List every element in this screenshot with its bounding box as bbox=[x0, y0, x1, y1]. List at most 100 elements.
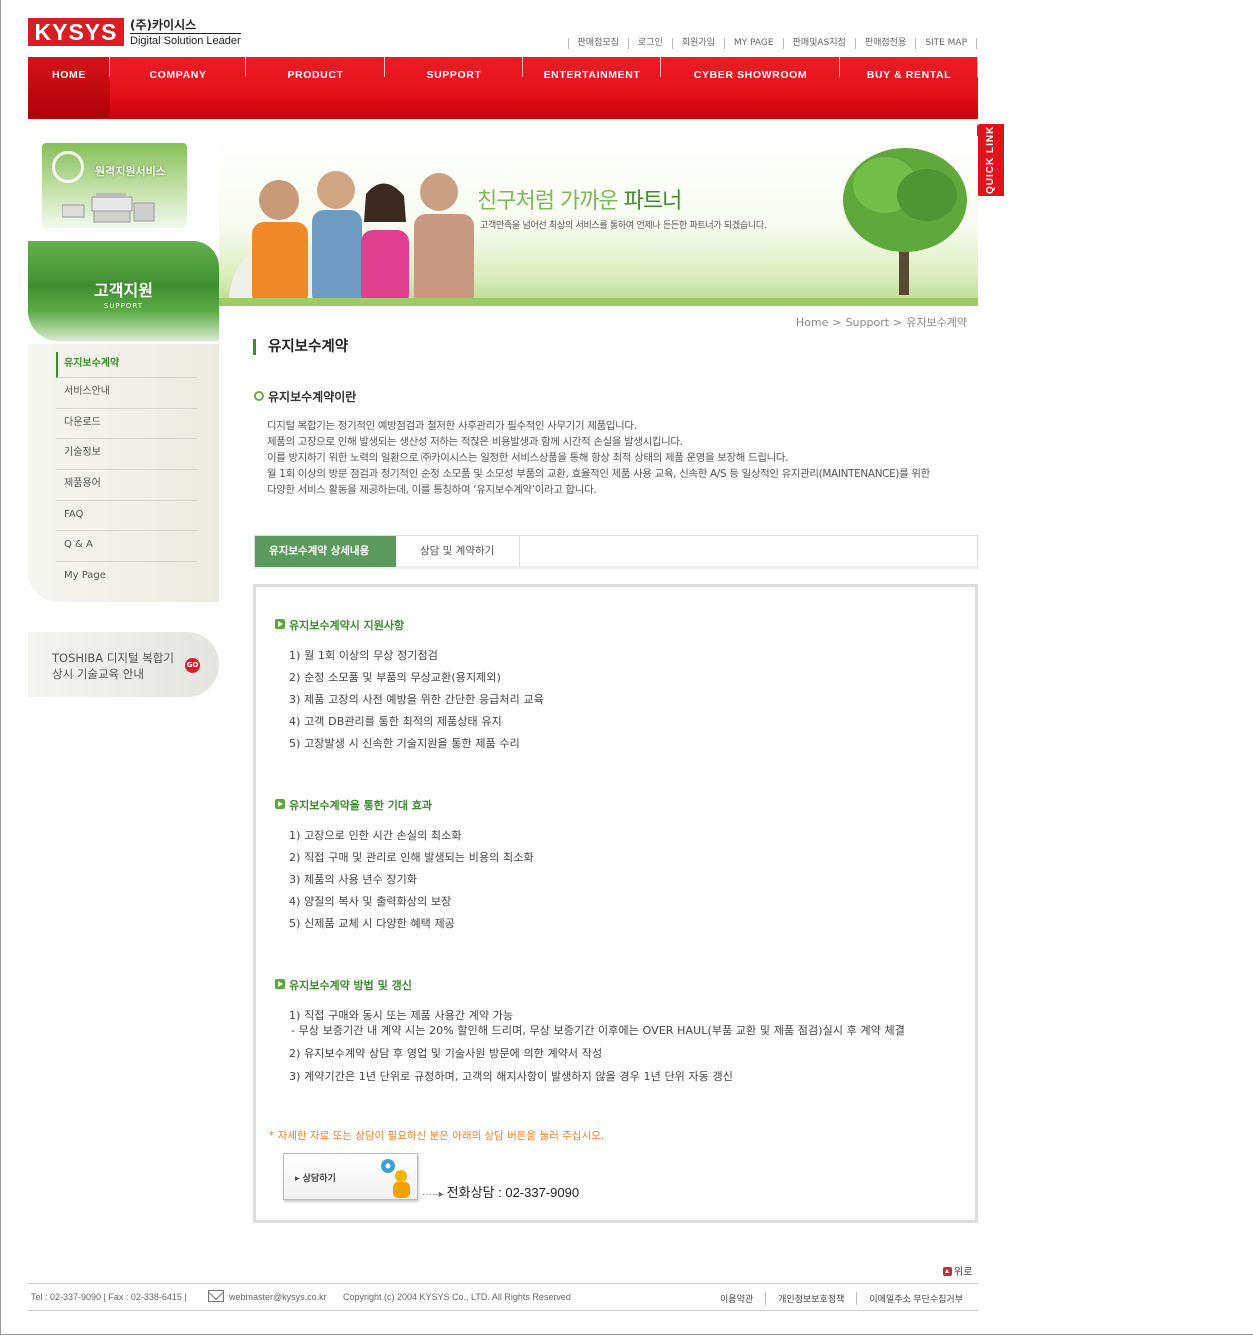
support-items-section: 유지보수계약시 지원사항 1) 월 1회 이상의 무상 정기점검 2) 순정 소… bbox=[275, 617, 544, 757]
utility-link-mypage[interactable]: MY PAGE bbox=[723, 38, 783, 49]
list-item: 1) 직접 구매와 동시 또는 제품 사용간 계약 가능 - 무상 보증기간 내… bbox=[289, 1007, 939, 1038]
breadcrumb-separator: > bbox=[893, 316, 903, 329]
utility-link-dealer-recruit[interactable]: 판매점모집 bbox=[567, 38, 628, 49]
nav-buy-rental[interactable]: BUY & RENTAL bbox=[840, 57, 978, 119]
list-item-note: - 무상 보증기간 내 계약 시는 20% 할인해 드리며, 무상 보증기간 이… bbox=[291, 1024, 905, 1037]
logo-english: Digital Solution Leader bbox=[130, 33, 241, 47]
section-heading: 유지보수계약을 통한 기대 효과 bbox=[275, 797, 534, 813]
section-heading: 유지보수계약 방법 및 갱신 bbox=[275, 977, 939, 993]
list-item: 1) 고장으로 인한 시간 손실의 최소화 bbox=[289, 829, 462, 842]
nav-home[interactable]: HOME bbox=[28, 57, 110, 119]
list-item: 3) 제품 고장의 사전 예방을 위한 간단한 응급처리 교육 bbox=[289, 693, 544, 706]
footer-link-privacy[interactable]: 개인정보보호정책 bbox=[765, 1292, 856, 1305]
breadcrumb-separator: > bbox=[832, 316, 842, 329]
section-title: 고객지원 bbox=[94, 281, 153, 300]
expected-effects-section: 유지보수계약을 통한 기대 효과 1) 고장으로 인한 시간 손실의 최소화 2… bbox=[275, 797, 534, 937]
breadcrumb: Home > Support > 유지보수계약 bbox=[794, 314, 969, 330]
remote-support-label: 원격지원서비스 bbox=[95, 165, 166, 178]
list-item: 4) 고객 DB관리를 통한 최적의 제품상태 유지 bbox=[289, 715, 502, 728]
consultant-icon bbox=[381, 1159, 410, 1198]
quick-link-tab[interactable]: QUICK LINK bbox=[977, 124, 1004, 196]
side-menu-item-faq[interactable]: FAQ bbox=[56, 501, 198, 532]
side-menu-item-glossary[interactable]: 제품용어 bbox=[56, 470, 198, 501]
breadcrumb-support[interactable]: Support bbox=[846, 316, 889, 329]
details-box: 유지보수계약시 지원사항 1) 월 1회 이상의 무상 정기점검 2) 순정 소… bbox=[253, 584, 978, 1223]
list-item: 2) 유지보수계약 상담 후 영업 및 기술사원 방문에 의한 계약서 작성 bbox=[289, 1047, 603, 1060]
site-logo[interactable]: KYSYS (주)카이시스 Digital Solution Leader bbox=[28, 18, 241, 47]
footer-copyright: Copyright (c) 2004 KYSYS Co., LTD. All R… bbox=[343, 1292, 571, 1302]
side-menu-item-download[interactable]: 다운로드 bbox=[56, 409, 198, 440]
slogan-bold: 파트너 bbox=[623, 189, 683, 214]
nav-support[interactable]: SUPPORT bbox=[385, 57, 523, 119]
utility-nav: 판매점모집 로그인 회원가입 MY PAGE 판매및AS지점 판매점전용 SIT… bbox=[567, 38, 977, 49]
page-title: 유지보수계약 bbox=[253, 339, 348, 355]
main-navigation: HOME COMPANY PRODUCT SUPPORT ENTERTAINME… bbox=[28, 57, 978, 119]
intro-line: 이를 방지하기 위한 노력의 일환으로 ㈜카이시스는 일정한 서비스상품을 통해… bbox=[267, 452, 789, 464]
side-menu: 유지보수계약 서비스안내 다운로드 기술정보 제품용어 FAQ Q & A My… bbox=[28, 344, 219, 602]
intro-heading: 유지보수계약이란 bbox=[254, 388, 356, 405]
arrow-up-icon bbox=[943, 1267, 952, 1276]
section-subtitle: SUPPORT bbox=[103, 302, 144, 310]
content-tabs: 유지보수계약 상세내용 상담 및 계약하기 bbox=[254, 535, 978, 569]
section-title-block: 고객지원 SUPPORT bbox=[28, 241, 219, 341]
slogan-light: 친구처럼 가까운 bbox=[477, 189, 624, 214]
intro-line: 월 1회 이상의 방문 점검과 정기적인 순정 소모품 및 소모성 부품의 교환… bbox=[267, 468, 930, 480]
logo-korean: (주)카이시스 bbox=[130, 18, 197, 32]
utility-link-branches[interactable]: 판매및AS지점 bbox=[782, 38, 855, 49]
list-item: 4) 양질의 복사 및 출력화상의 보장 bbox=[289, 895, 452, 908]
banner-slogan: 친구처럼 가까운 파트너 bbox=[477, 183, 683, 215]
intro-line: 다양한 서비스 활동을 제공하는데, 이를 통칭하여 ‘유지보수계약’이라고 합… bbox=[267, 484, 597, 496]
footer-link-email-refusal[interactable]: 이메일주소 무단수집거부 bbox=[856, 1292, 975, 1305]
list-item: 1) 월 1회 이상의 무상 정기점검 bbox=[289, 649, 438, 662]
consult-notice: * 자세한 자료 또는 상담이 필요하신 분은 아래의 상담 버튼을 눌러 주십… bbox=[269, 1130, 605, 1142]
utility-link-login[interactable]: 로그인 bbox=[627, 38, 672, 49]
breadcrumb-home[interactable]: Home bbox=[796, 316, 828, 329]
side-menu-item-maintenance[interactable]: 유지보수계약 bbox=[56, 352, 198, 378]
logo-mark: KYSYS bbox=[28, 18, 124, 46]
tree-illustration bbox=[843, 148, 967, 295]
go-badge-icon: GO bbox=[185, 658, 200, 673]
logo-text: (주)카이시스 Digital Solution Leader bbox=[130, 18, 241, 47]
side-menu-item-service[interactable]: 서비스안내 bbox=[56, 378, 198, 409]
side-menu-item-qna[interactable]: Q & A bbox=[56, 531, 198, 563]
nav-entertainment[interactable]: ENTERTAINMENT bbox=[523, 57, 661, 119]
back-to-top-label: 위로 bbox=[954, 1267, 973, 1278]
section-heading: 유지보수계약시 지원사항 bbox=[275, 617, 544, 633]
people-illustration bbox=[229, 171, 474, 306]
utility-link-join[interactable]: 회원가입 bbox=[671, 38, 724, 49]
list-item-text: 1) 직접 구매와 동시 또는 제품 사용간 계약 가능 bbox=[289, 1009, 514, 1022]
training-banner[interactable]: TOSHIBA 디지털 복합기 상시 기술교육 안내 GO bbox=[28, 632, 219, 697]
touch-hand-icon bbox=[52, 151, 84, 183]
consult-button[interactable]: ▸ 상담하기 bbox=[283, 1153, 418, 1200]
phone-consult-text: 전화상담 : 02-337-9090 bbox=[446, 1185, 580, 1200]
intro-line: 디지털 복합기는 정기적인 예방점검과 철저한 사후관리가 필수적인 사무기기 … bbox=[267, 420, 637, 432]
copier-icon bbox=[62, 193, 155, 223]
back-to-top-link[interactable]: 위로 bbox=[943, 1263, 972, 1278]
hero-banner: 친구처럼 가까운 파트너 고객만족을 넘어선 최상의 서비스를 통하여 언제나 … bbox=[219, 136, 978, 306]
method-renewal-section: 유지보수계약 방법 및 갱신 1) 직접 구매와 동시 또는 제품 사용간 계약… bbox=[275, 977, 939, 1091]
consult-button-label: ▸ 상담하기 bbox=[295, 1174, 336, 1184]
list-item: 2) 직접 구매 및 관리로 인해 발생되는 비용의 최소화 bbox=[289, 851, 534, 864]
grass-strip bbox=[219, 298, 978, 306]
side-menu-item-mypage[interactable]: My Page bbox=[56, 562, 198, 593]
list-item: 2) 순정 소모품 및 부품의 무상교환(용지제외) bbox=[289, 671, 501, 684]
utility-link-dealer-only[interactable]: 판매점전용 bbox=[854, 38, 915, 49]
footer-email[interactable]: webmaster@kysys.co.kr bbox=[229, 1292, 327, 1302]
list-item: 3) 계약기간은 1년 단위로 규정하며, 고객의 해지사항이 발생하지 않을 … bbox=[289, 1070, 733, 1083]
nav-product[interactable]: PRODUCT bbox=[246, 57, 385, 119]
list-item: 5) 고장발생 시 신속한 기술지원을 통한 제품 수리 bbox=[289, 737, 520, 750]
utility-link-sitemap[interactable]: SITE MAP bbox=[915, 38, 977, 49]
breadcrumb-current: 유지보수계약 bbox=[906, 316, 967, 329]
phone-consult: ·····▸ 전화상담 : 02-337-9090 bbox=[422, 1182, 579, 1201]
footer: Tel : 02-337-9090 | Fax : 02-338-6415 | … bbox=[28, 1283, 978, 1311]
tab-consult[interactable]: 상담 및 계약하기 bbox=[396, 536, 520, 567]
intro-paragraph: 디지털 복합기는 정기적인 예방점검과 철저한 사후관리가 필수적인 사무기기 … bbox=[267, 418, 967, 498]
nav-cyber-showroom[interactable]: CYBER SHOWROOM bbox=[661, 57, 840, 119]
remote-support-banner[interactable]: 원격지원서비스 bbox=[42, 143, 187, 228]
nav-company[interactable]: COMPANY bbox=[110, 57, 246, 119]
footer-link-terms[interactable]: 이용약관 bbox=[708, 1292, 765, 1305]
footer-contact: Tel : 02-337-9090 | Fax : 02-338-6415 | bbox=[31, 1292, 187, 1302]
consult-button-text: 상담하기 bbox=[302, 1174, 336, 1184]
tab-details[interactable]: 유지보수계약 상세내용 bbox=[255, 536, 396, 567]
side-menu-item-tech-info[interactable]: 기술정보 bbox=[56, 439, 198, 471]
